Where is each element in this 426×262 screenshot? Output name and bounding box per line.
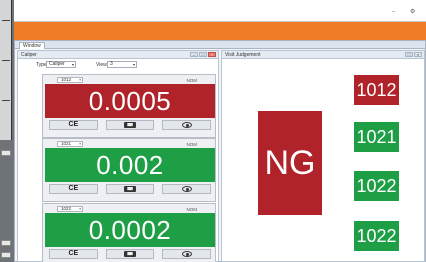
type-select[interactable]: Caliper ▾ xyxy=(46,61,76,68)
panel-maximize-button[interactable]: □ xyxy=(405,52,413,57)
judgement-item: 1021 xyxy=(354,122,399,152)
tab-window[interactable]: Window xyxy=(19,42,45,49)
tab-window-label: Window xyxy=(23,43,41,49)
view-label: View xyxy=(96,62,107,68)
judgement-panel-header: Visit Judgement □ × xyxy=(222,51,424,59)
measurement-card: 1012 ▾ NOM 0.0005 CE ⌨ xyxy=(42,74,216,138)
chevron-down-icon: ▾ xyxy=(79,207,81,211)
settings-icon[interactable]: ⚙ xyxy=(410,8,415,15)
chevron-down-icon: ▾ xyxy=(71,62,74,67)
caliper-panel: Caliper – □ × Type Caliper ▾ View 3 ▾ 10… xyxy=(17,50,219,262)
nom-label: NOM xyxy=(186,142,198,147)
top-bar: – ⚙ xyxy=(0,0,426,22)
divider xyxy=(2,20,10,21)
nom-label: NOM xyxy=(186,78,198,83)
screen: – ⚙ Window Caliper – □ × Type Caliper ▾ … xyxy=(0,0,426,262)
view-button[interactable] xyxy=(162,184,212,194)
measurement-value: 0.0005 xyxy=(45,84,215,118)
card-id-value: 1021 xyxy=(61,141,72,146)
view-select-value: 3 xyxy=(110,61,113,67)
caliper-toolbar: Type Caliper ▾ View 3 ▾ xyxy=(18,60,218,69)
ce-button[interactable]: CE xyxy=(49,184,98,194)
measurement-value: 0.002 xyxy=(45,148,215,182)
keyboard-button[interactable]: ⌨ xyxy=(105,120,155,130)
caliper-panel-title: Caliper xyxy=(21,52,37,58)
card-id-select[interactable]: 1022 ▾ xyxy=(57,206,83,212)
eye-icon xyxy=(181,122,192,128)
chevron-down-icon: ▾ xyxy=(79,142,81,146)
side-button[interactable] xyxy=(1,150,11,156)
card-id-select[interactable]: 1021 ▾ xyxy=(57,141,83,147)
keyboard-icon: ⌨ xyxy=(124,122,136,128)
panel-close-button[interactable]: × xyxy=(208,52,216,57)
judgement-item: 1022 xyxy=(354,171,399,201)
eye-icon xyxy=(181,251,192,257)
card-id-value: 1012 xyxy=(61,77,72,82)
view-button[interactable] xyxy=(162,120,212,130)
ce-button[interactable]: CE xyxy=(49,249,98,259)
nom-label: NOM xyxy=(186,207,198,212)
view-button[interactable] xyxy=(162,249,212,259)
view-select[interactable]: 3 ▾ xyxy=(107,61,137,68)
keyboard-button[interactable]: ⌨ xyxy=(105,249,155,259)
eye-icon xyxy=(181,186,192,192)
panel-maximize-button[interactable]: □ xyxy=(199,52,207,57)
background-window-content xyxy=(0,0,12,140)
divider xyxy=(2,60,10,61)
chevron-down-icon: ▾ xyxy=(132,62,135,67)
side-button[interactable] xyxy=(1,252,11,258)
card-id-value: 1022 xyxy=(61,206,72,211)
background-window xyxy=(0,0,14,262)
divider xyxy=(2,100,10,101)
app-window: Window Caliper – □ × Type Caliper ▾ View xyxy=(14,40,426,262)
judgement-item: 1022 xyxy=(354,221,399,251)
measurement-card: 1021 ▾ NOM 0.002 CE ⌨ xyxy=(42,138,216,202)
judgement-panel-title: Visit Judgement xyxy=(225,52,261,58)
side-button[interactable] xyxy=(1,240,11,246)
keyboard-icon: ⌨ xyxy=(124,186,136,192)
measurement-card: 1022 ▾ NOM 0.0002 CE ⌨ xyxy=(42,203,216,262)
measurement-value: 0.0002 xyxy=(45,213,215,247)
app-tab-bar: Window xyxy=(15,41,425,49)
overall-judgement-badge: NG xyxy=(258,111,322,215)
judgement-panel: Visit Judgement □ × NG 1012 1021 1022 10… xyxy=(221,50,425,262)
brand-strip xyxy=(0,22,426,40)
panel-minimize-button[interactable]: – xyxy=(190,52,198,57)
caliper-panel-header: Caliper – □ × xyxy=(18,51,218,59)
chevron-down-icon: ▾ xyxy=(79,78,81,82)
judgement-item: 1012 xyxy=(354,75,399,105)
panel-close-button[interactable]: × xyxy=(414,52,422,57)
keyboard-button[interactable]: ⌨ xyxy=(105,184,155,194)
keyboard-icon: ⌨ xyxy=(124,251,136,257)
card-id-select[interactable]: 1012 ▾ xyxy=(57,77,83,83)
minimize-icon[interactable]: – xyxy=(392,8,395,15)
ce-button[interactable]: CE xyxy=(49,120,98,130)
type-select-value: Caliper xyxy=(49,61,65,67)
